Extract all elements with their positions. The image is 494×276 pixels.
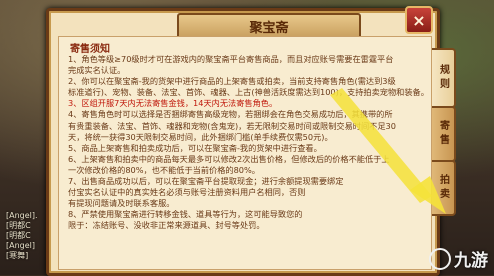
rule-line: 3、区组开服7天内无法寄售金钱，14天内无法寄售角色。: [68, 98, 278, 109]
rule-line: 天，将统一获得30天限制交易时间，此外捆绑门槛(单手续费仅需50元)。: [68, 131, 333, 142]
rule-line: 付宝实名认证中的真实姓名必须与账号注册资料用户名相同，否则: [68, 187, 306, 198]
rule-line: 有提现问题请及时联系客服。: [68, 198, 175, 209]
watermark-text: 九游: [454, 251, 488, 271]
rule-line: 标准道行)、宠物、装备、法宝、首饰、魂器、上古(神兽活跃度需达到100)，支持拍…: [68, 87, 429, 98]
rule-line: 完成实名认证。: [68, 65, 126, 76]
rule-line: 8、严禁使用聚宝斋进行转移金钱、道具等行为，这可能导致您的: [68, 209, 303, 220]
tab-label: 寄售: [437, 120, 449, 148]
rule-line: 4、寄售角色时可以选择是否捆绑寄售高级宠物，若捆绑会在角色交易成功后，其携带的所: [68, 109, 393, 120]
rule-line: 5、商品上架寄售和拍卖成功后，可以在聚宝斋-我的货架中进行查看。: [68, 142, 322, 153]
rule-line: 2、你可以在聚宝斋-我的货架中进行商品的上架寄售或拍卖，当前支持寄售角色(需达到…: [68, 76, 396, 87]
rule-line: 一次修改价格的80%，也不能低于当前价格的80%。: [68, 164, 260, 175]
rule-line: 6、上架寄售和拍卖中的商品每天最多可以修改2次出售价格，但修改后的价格不能低于上: [68, 153, 390, 164]
tab-consign[interactable]: 寄售: [432, 106, 456, 162]
rule-line: 限于：冻结账号、没收非正常来源道具、封号等处罚。: [68, 220, 265, 231]
rule-line: 有贵重装备、法宝、首饰、魂器和宠物(含鬼宠)，若无限制交易时间或限制交易时间不足…: [68, 120, 396, 131]
rules-list: 1、角色等级≥70级时才可在游戏内的聚宝斋平台寄售商品，而且对应账号需要在雷霆平…: [68, 54, 430, 232]
jiuyou-logo-icon: [429, 247, 451, 270]
watermark: 九游: [429, 246, 488, 271]
section-title: 寄售须知: [70, 44, 110, 55]
close-icon: ×: [412, 10, 426, 30]
close-button[interactable]: ×: [405, 6, 433, 34]
tab-auction[interactable]: 拍卖: [432, 160, 456, 216]
rule-line: 1、角色等级≥70级时才可在游戏内的聚宝斋平台寄售商品，而且对应账号需要在雷霆平…: [68, 54, 394, 64]
tab-label: 规则: [437, 64, 449, 92]
tab-label: 拍卖: [437, 174, 449, 202]
window-title: 聚宝斋: [249, 20, 289, 36]
tab-rules[interactable]: 规则: [432, 48, 456, 108]
rule-line: 7、出售商品成功以后，可以在聚宝斋平台提取现金；进行余额提现需要绑定: [68, 176, 344, 187]
